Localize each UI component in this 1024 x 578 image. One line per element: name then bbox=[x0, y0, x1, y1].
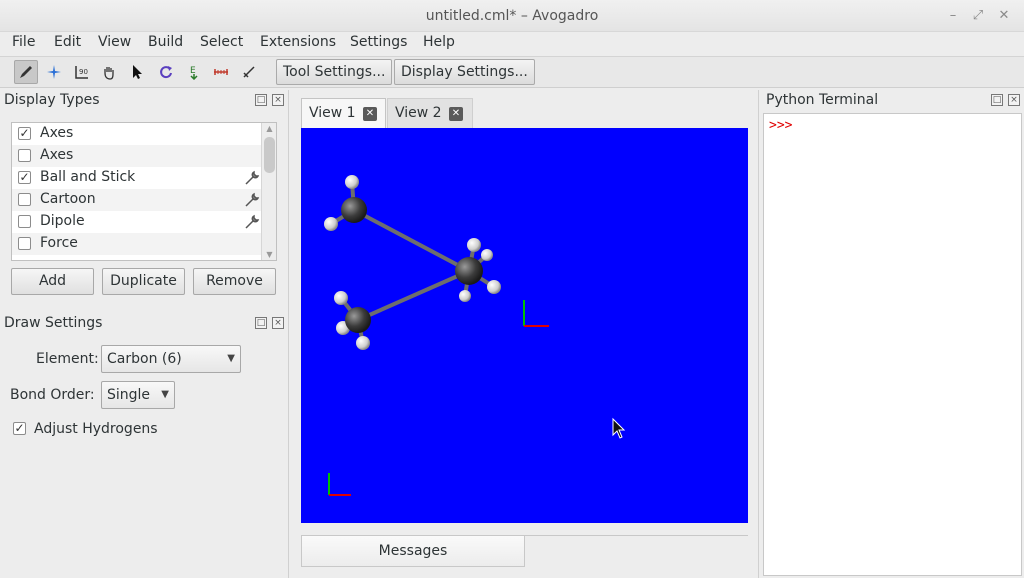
scroll-up-icon[interactable]: ▲ bbox=[262, 124, 276, 133]
close-dock-icon[interactable]: × bbox=[272, 94, 284, 106]
draw-settings-title: Draw Settings bbox=[4, 315, 103, 331]
wrench-icon[interactable] bbox=[244, 214, 260, 230]
checkbox-checked[interactable]: ✓ bbox=[18, 127, 31, 140]
manipulate-hand-icon[interactable] bbox=[97, 60, 121, 84]
bond-order-label: Bond Order: bbox=[10, 387, 95, 403]
duplicate-button[interactable]: Duplicate bbox=[102, 268, 185, 295]
navigate-icon[interactable] bbox=[42, 60, 66, 84]
add-button[interactable]: Add bbox=[11, 268, 94, 295]
display-types-title: Display Types bbox=[4, 92, 100, 108]
menu-bar: File Edit View Build Select Extensions S… bbox=[0, 32, 1024, 56]
list-item[interactable]: Force bbox=[12, 233, 262, 255]
display-settings-button[interactable]: Display Settings... bbox=[394, 59, 535, 85]
tab-view-2[interactable]: View 2 ✕ bbox=[387, 98, 473, 128]
svg-text:E: E bbox=[190, 66, 196, 76]
tool-settings-button[interactable]: Tool Settings... bbox=[276, 59, 393, 85]
checkbox-unchecked[interactable] bbox=[18, 149, 31, 162]
chevron-down-icon: ▼ bbox=[161, 389, 169, 400]
float-dock-icon[interactable]: □ bbox=[255, 317, 267, 329]
list-item[interactable]: ✓ Axes bbox=[12, 123, 262, 145]
measure-icon[interactable]: 90 bbox=[70, 60, 94, 84]
left-splitter[interactable] bbox=[288, 90, 289, 578]
python-terminal-title: Python Terminal bbox=[766, 92, 879, 108]
checkbox-unchecked[interactable] bbox=[18, 215, 31, 228]
menu-help[interactable]: Help bbox=[423, 34, 455, 50]
maximize-icon[interactable]: ⤢ bbox=[968, 6, 988, 26]
mouse-cursor-icon bbox=[612, 417, 626, 439]
element-select[interactable]: Carbon (6) ▼ bbox=[101, 345, 241, 373]
menu-edit[interactable]: Edit bbox=[54, 34, 81, 50]
checkbox-unchecked[interactable] bbox=[18, 237, 31, 250]
adjust-hydrogens-checkbox[interactable]: ✓ bbox=[13, 422, 26, 435]
chevron-down-icon: ▼ bbox=[227, 353, 235, 364]
close-tab-icon[interactable]: ✕ bbox=[449, 107, 463, 121]
float-dock-icon[interactable]: □ bbox=[991, 94, 1003, 106]
menu-select[interactable]: Select bbox=[200, 34, 243, 50]
align-icon[interactable] bbox=[237, 60, 261, 84]
select-arrow-icon[interactable] bbox=[125, 60, 149, 84]
scroll-thumb[interactable] bbox=[264, 137, 275, 173]
close-dock-icon[interactable]: × bbox=[1008, 94, 1020, 106]
list-scrollbar[interactable]: ▲ ▼ bbox=[261, 123, 276, 260]
terminal-prompt: >>> bbox=[769, 118, 793, 133]
molecule-render bbox=[324, 175, 626, 496]
checkbox-checked[interactable]: ✓ bbox=[18, 171, 31, 184]
title-bar: untitled.cml* – Avogadro – ⤢ ✕ bbox=[0, 0, 1024, 32]
molecule-viewport[interactable] bbox=[301, 128, 748, 523]
draw-pencil-icon[interactable] bbox=[14, 60, 38, 84]
menu-file[interactable]: File bbox=[12, 34, 35, 50]
right-splitter[interactable] bbox=[758, 90, 759, 578]
close-icon[interactable]: ✕ bbox=[994, 6, 1014, 26]
messages-tab[interactable]: Messages bbox=[301, 535, 525, 567]
menu-extensions[interactable]: Extensions bbox=[260, 34, 336, 50]
display-types-list: ✓ Axes Axes ✓ Ball and Stick Cartoon Dip… bbox=[11, 122, 277, 261]
list-item[interactable]: Axes bbox=[12, 145, 262, 167]
list-item[interactable]: Cartoon bbox=[12, 189, 262, 211]
float-dock-icon[interactable]: □ bbox=[255, 94, 267, 106]
list-item[interactable]: ✓ Ball and Stick bbox=[12, 167, 262, 189]
toolbar: 90 E Tool Settings... Display Settings..… bbox=[0, 56, 1024, 88]
scroll-down-icon[interactable]: ▼ bbox=[262, 250, 276, 259]
close-dock-icon[interactable]: × bbox=[272, 317, 284, 329]
checkbox-unchecked[interactable] bbox=[18, 193, 31, 206]
bond-order-select[interactable]: Single ▼ bbox=[101, 381, 175, 409]
wrench-icon[interactable] bbox=[244, 192, 260, 208]
bond-centric-icon[interactable] bbox=[209, 60, 233, 84]
remove-button[interactable]: Remove bbox=[193, 268, 276, 295]
svg-text:90: 90 bbox=[79, 68, 88, 76]
menu-view[interactable]: View bbox=[98, 34, 131, 50]
menu-settings[interactable]: Settings bbox=[350, 34, 407, 50]
wrench-icon[interactable] bbox=[244, 170, 260, 186]
element-label: Element: bbox=[36, 351, 99, 367]
auto-optimize-icon[interactable]: E bbox=[182, 60, 206, 84]
adjust-hydrogens-label: Adjust Hydrogens bbox=[34, 421, 158, 437]
tab-view-1[interactable]: View 1 ✕ bbox=[301, 98, 386, 128]
close-tab-icon[interactable]: ✕ bbox=[363, 107, 377, 121]
window-title: untitled.cml* – Avogadro bbox=[425, 8, 599, 24]
rotate-icon[interactable] bbox=[154, 60, 178, 84]
minimize-icon[interactable]: – bbox=[943, 6, 963, 26]
menu-build[interactable]: Build bbox=[148, 34, 183, 50]
list-item[interactable]: Dipole bbox=[12, 211, 262, 233]
python-terminal[interactable]: >>> bbox=[763, 113, 1022, 576]
